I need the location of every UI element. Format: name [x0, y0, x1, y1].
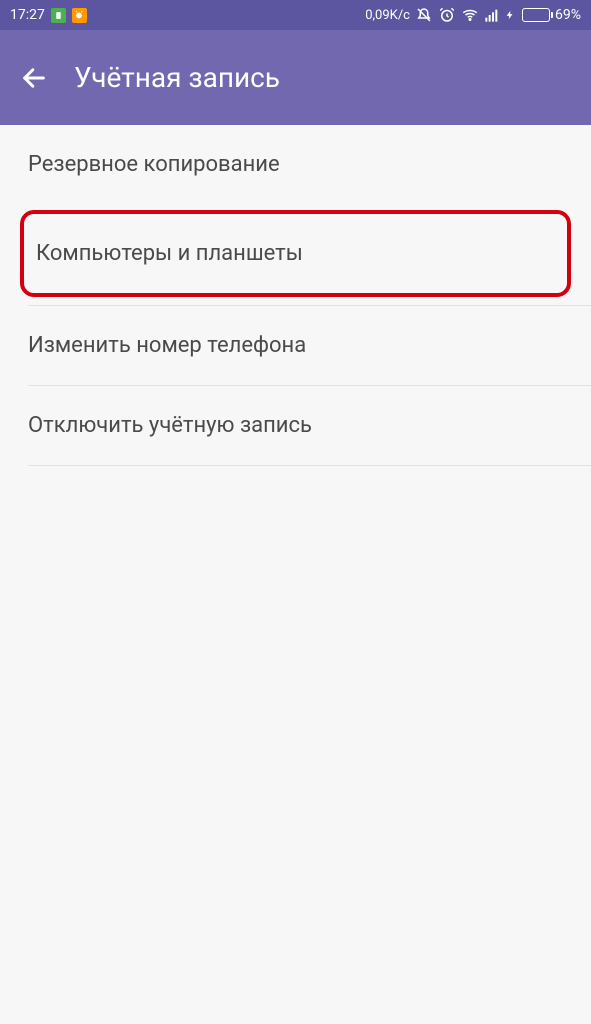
menu-item-change-number[interactable]: Изменить номер телефона	[0, 306, 591, 385]
sim-icon	[51, 8, 66, 23]
menu-item-label: Изменить номер телефона	[28, 333, 306, 358]
dnd-icon	[415, 6, 433, 24]
arrow-left-icon	[20, 64, 48, 92]
back-button[interactable]	[20, 64, 48, 92]
menu-item-label: Компьютеры и планшеты	[36, 241, 303, 266]
charging-icon	[505, 7, 515, 23]
status-left: 17:27	[10, 7, 87, 23]
status-right: 0,09K/c 69%	[365, 6, 581, 24]
net-rate: 0,09K/c	[365, 8, 410, 23]
battery-percent: 69%	[555, 7, 581, 23]
alarm-indicator-icon	[72, 8, 87, 23]
highlighted-item-frame: Компьютеры и планшеты	[20, 210, 571, 297]
menu-item-backup[interactable]: Резервное копирование	[0, 125, 591, 204]
status-bar: 17:27 0,09K/c	[0, 0, 591, 30]
status-time: 17:27	[10, 7, 45, 23]
menu-item-devices[interactable]: Компьютеры и планшеты	[24, 214, 567, 293]
wifi-icon	[461, 6, 479, 24]
app-bar: Учётная запись	[0, 30, 591, 125]
menu-item-label: Резервное копирование	[28, 152, 280, 177]
menu-item-label: Отключить учётную запись	[28, 413, 312, 438]
page-title: Учётная запись	[74, 61, 280, 94]
settings-list: Резервное копирование Компьютеры и планш…	[0, 125, 591, 466]
menu-item-deactivate[interactable]: Отключить учётную запись	[0, 386, 591, 465]
divider	[28, 465, 591, 466]
alarm-icon	[438, 6, 456, 24]
battery-icon	[522, 8, 550, 22]
signal-icon	[484, 7, 500, 23]
